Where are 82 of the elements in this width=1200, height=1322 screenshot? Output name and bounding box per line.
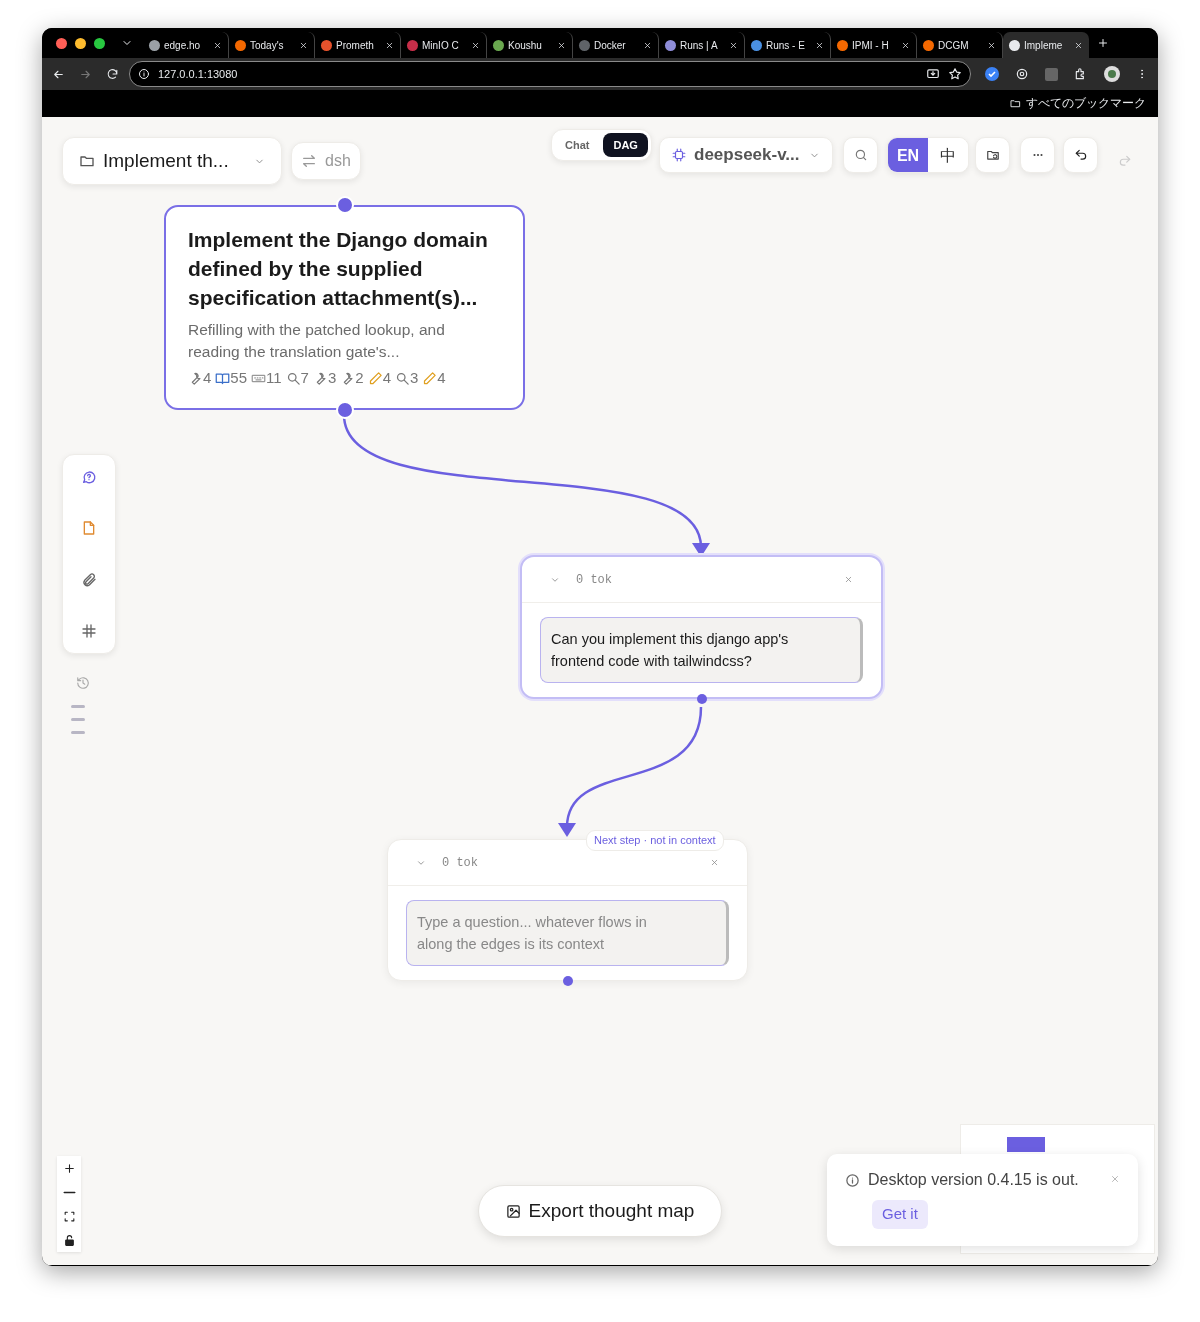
magnifier-icon	[395, 370, 410, 386]
help-bubble-icon[interactable]	[81, 469, 97, 485]
image-export-icon	[505, 1203, 521, 1219]
magnifier-icon	[285, 370, 301, 386]
address-bar[interactable]: 127.0.0.1:13080	[128, 61, 971, 87]
get-it-button[interactable]: Get it	[872, 1200, 928, 1229]
stat-count: 3	[327, 368, 337, 388]
note-icon[interactable]	[81, 520, 97, 537]
browser-tab[interactable]: Impleme	[1003, 32, 1089, 58]
close-icon[interactable]	[471, 41, 480, 51]
stat-count: 3	[410, 368, 419, 388]
install-app-icon[interactable]	[926, 67, 940, 81]
chip-icon	[672, 148, 686, 162]
close-icon[interactable]	[987, 41, 996, 51]
minimap-node	[1007, 1137, 1045, 1152]
swap-arrows-icon	[301, 153, 318, 169]
close-icon[interactable]	[901, 41, 910, 51]
zoom-out-icon	[62, 1190, 76, 1194]
folder-sync-button[interactable]	[975, 137, 1010, 173]
view-mode-tab[interactable]: DAG	[603, 133, 648, 157]
close-icon[interactable]	[643, 41, 652, 51]
node-title: Implement the Django domain defined by the supplied specification attachment(s)...	[188, 227, 489, 311]
lock-icon	[62, 1233, 76, 1247]
project-selector[interactable]: Implement th...	[62, 137, 282, 185]
close-icon[interactable]	[815, 41, 824, 51]
info-icon	[137, 68, 150, 80]
folder-icon	[1010, 98, 1021, 109]
close-icon[interactable]	[213, 41, 222, 51]
token-count: 0 tok	[576, 571, 613, 589]
notification-message: Desktop version 0.4.15 is out.	[868, 1170, 1080, 1190]
connection-handle[interactable]	[562, 976, 573, 986]
paperclip-icon[interactable]	[81, 571, 97, 588]
connection-handle[interactable]	[696, 694, 707, 704]
question-input[interactable]: Can you implement this django app's frontend code with tailwindcss?	[540, 617, 863, 683]
profile-avatar-icon[interactable]	[1104, 66, 1120, 82]
stat-count: 4	[437, 368, 446, 388]
summary-node[interactable]: Implement the Django domain defined by the supplied specification attachment(s)... Refilling with the patched lookup, and reading the translation gate's... 4 55 11 7 3 2 4 3 4	[164, 205, 525, 410]
hash-icon[interactable]	[81, 623, 97, 639]
stat-count: 7	[300, 368, 309, 388]
book-icon	[215, 370, 231, 386]
export-button[interactable]: Export thought map	[478, 1185, 722, 1237]
token-count: 0 tok	[442, 854, 479, 872]
language-tab[interactable]: EN	[888, 138, 928, 172]
close-icon[interactable]	[1074, 41, 1083, 51]
bookmarks-folder[interactable]: すべてのブックマーク	[1026, 94, 1146, 113]
folder-sync-icon	[985, 148, 1000, 162]
stat-count: 11	[266, 368, 282, 388]
extension-icon[interactable]	[985, 67, 999, 81]
stat-count: 4	[203, 368, 212, 388]
edge-label: Next step · not in context	[586, 830, 724, 851]
undo-icon	[1073, 148, 1088, 162]
connection-handle[interactable]	[335, 196, 354, 214]
language-tab[interactable]: 中	[928, 138, 968, 172]
plus-icon[interactable]	[1097, 37, 1109, 49]
fit-view-icon	[62, 1209, 76, 1223]
search-icon	[853, 148, 868, 162]
star-icon[interactable]	[948, 67, 962, 81]
view-mode-tab[interactable]: Chat	[555, 133, 600, 157]
close-icon[interactable]	[557, 41, 566, 51]
close-icon[interactable]	[729, 41, 738, 51]
extension-icon[interactable]	[1015, 67, 1029, 81]
folder-icon	[79, 153, 95, 169]
stat-count: 2	[355, 368, 364, 388]
window-control-icon[interactable]	[56, 37, 67, 49]
window-control-icon[interactable]	[94, 37, 105, 49]
stat-count: 4	[382, 368, 391, 388]
info-icon	[845, 1172, 860, 1188]
pencil-icon	[422, 370, 438, 386]
stat-count: 55	[230, 368, 248, 388]
pencil-icon	[367, 370, 383, 386]
window-control-icon[interactable]	[75, 37, 86, 49]
question-input[interactable]: Type a question... whatever flows in along the edges is its context	[406, 900, 729, 966]
model-selector[interactable]: deepseek-v...	[659, 137, 833, 173]
reload-icon[interactable]	[105, 67, 119, 81]
lock-button[interactable]	[57, 1228, 81, 1252]
node-description: Refilling with the patched lookup, and reading the translation gate's...	[188, 320, 446, 362]
close-icon[interactable]	[385, 41, 394, 51]
undo-button[interactable]	[1063, 137, 1098, 173]
zoom-in-icon	[62, 1161, 76, 1175]
close-icon[interactable]	[299, 41, 308, 51]
zoom-in-button[interactable]	[57, 1156, 81, 1180]
question-node[interactable]: 0 tok Can you implement this django app's frontend code with tailwindcss?	[520, 555, 883, 699]
